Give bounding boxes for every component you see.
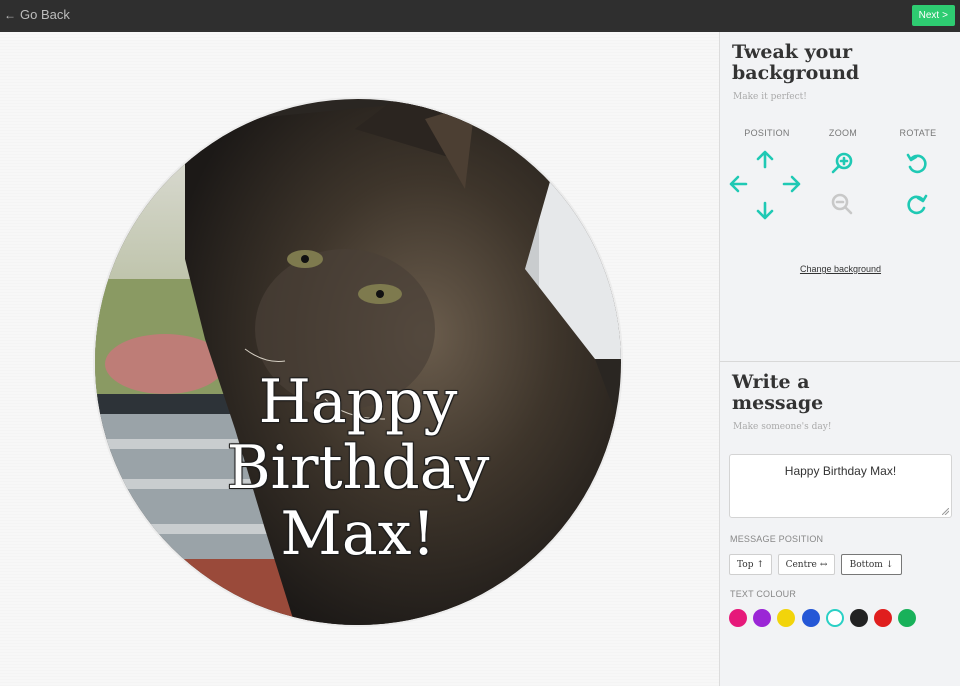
text-colour-heading: TEXT COLOUR [730,589,797,599]
arrow-left-icon [729,175,748,193]
card-preview[interactable]: Happy Birthday Max! [95,99,621,625]
message-position-heading: MESSAGE POSITION [730,534,824,544]
change-background-link[interactable]: Change background [720,264,960,274]
colour-swatch[interactable] [825,609,844,627]
card-canvas: Happy Birthday Max! [0,32,719,686]
colour-swatch[interactable] [729,609,747,627]
position-heading: POSITION [744,128,790,138]
arrow-down-icon [756,201,774,220]
zoom-in-icon [831,152,853,174]
position-top-button[interactable]: Top ↑ [729,554,772,575]
rotate-heading: ROTATE [899,128,937,138]
write-title: Write a message [732,371,824,414]
go-back-label: Go Back [20,7,70,22]
next-label: Next [918,10,940,21]
next-button[interactable]: Next > [911,5,955,26]
move-left-button[interactable] [725,171,751,197]
colour-swatch[interactable] [850,609,868,627]
chevron-right-icon: > [942,10,948,21]
tweak-title: Tweak your background [732,41,860,84]
move-down-button[interactable] [752,198,778,224]
arrow-down-icon: ↓ [885,559,894,570]
go-back-link[interactable]: ← Go Back [4,7,70,22]
arrow-left-right-icon: ↔ [819,559,828,570]
message-input[interactable]: Happy Birthday Max! [729,454,952,518]
move-right-button[interactable] [779,171,805,197]
write-subtitle: Make someone's day! [733,422,832,432]
position-centre-button[interactable]: Centre ↔ [778,554,835,575]
colour-swatch[interactable] [874,609,893,627]
position-centre-label: Centre [785,559,817,570]
rotate-right-button[interactable] [904,191,930,217]
arrow-up-icon [756,150,774,169]
zoom-out-button[interactable] [829,191,855,217]
zoom-heading: ZOOM [828,128,858,138]
tweak-subtitle: Make it perfect! [733,92,807,102]
section-divider [720,361,960,362]
rotate-right-icon [907,194,928,215]
position-bottom-button[interactable]: Bottom ↓ [841,554,902,575]
top-bar: ← Go Back Next > [0,0,960,32]
rotate-left-icon [906,153,927,174]
zoom-in-button[interactable] [829,150,855,176]
colour-swatch[interactable] [898,609,917,627]
position-top-label: Top [736,559,754,570]
card-message[interactable]: Happy Birthday Max! [95,369,621,567]
message-input-value: Happy Birthday Max! [784,464,897,478]
colour-swatch[interactable] [753,609,772,627]
resize-grip-icon[interactable] [942,508,949,515]
zoom-out-icon [831,193,853,215]
position-bottom-label: Bottom [849,559,883,570]
move-up-button[interactable] [752,146,778,172]
rotate-left-button[interactable] [904,150,930,176]
colour-swatch[interactable] [801,609,820,627]
arrow-right-icon [782,175,801,193]
arrow-left-icon: ← [4,7,16,22]
colour-swatch[interactable] [777,609,796,627]
editor-panel: Tweak your background Make it perfect! P… [719,32,960,686]
arrow-up-icon: ↑ [756,559,765,570]
